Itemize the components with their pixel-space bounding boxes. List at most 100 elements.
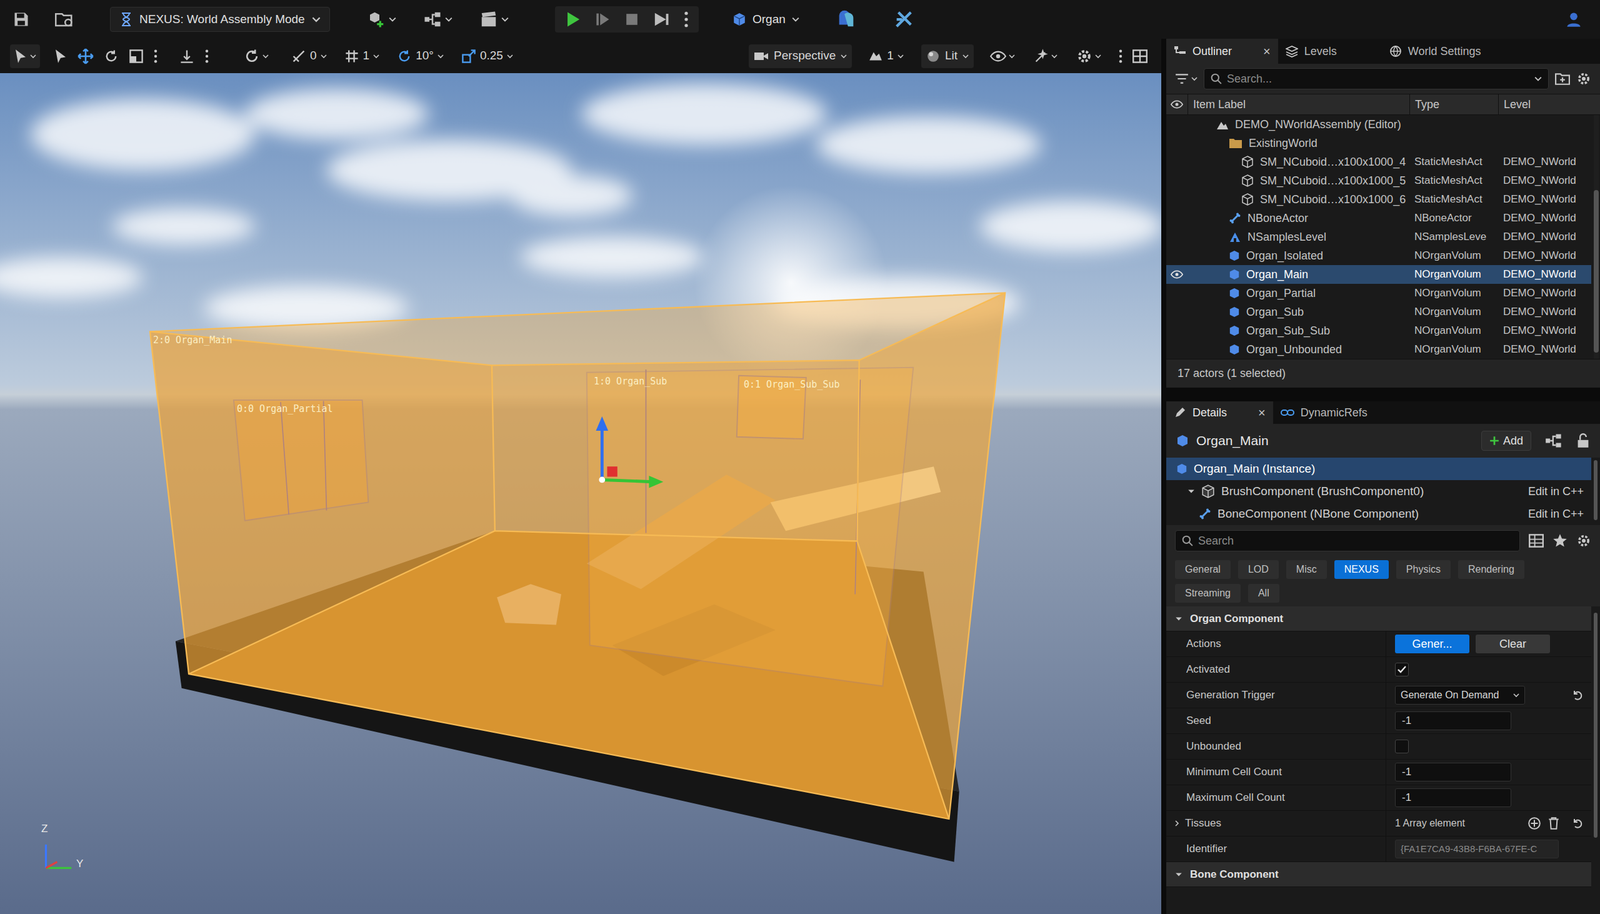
visibility-toggle[interactable] [1170,138,1184,148]
details-scrollbar[interactable] [1591,606,1600,914]
number-field[interactable]: -1 [1395,762,1512,782]
outliner-row[interactable]: Organ_MainNOrganVolumDEMO_NWorld [1166,265,1592,284]
organ-dropdown[interactable]: Organ [732,10,800,29]
visibility-toggle[interactable] [1170,307,1184,317]
move-icon[interactable] [77,48,94,65]
reset-icon[interactable] [1571,688,1584,702]
reset-button[interactable] [1571,816,1584,830]
outliner-row[interactable]: Organ_IsolatedNOrganVolumDEMO_NWorld [1166,246,1592,265]
outliner-row[interactable]: NBoneActorNBoneActorDEMO_NWorld [1166,208,1592,228]
visibility-toggle[interactable] [1170,345,1184,354]
category-chip[interactable]: All [1248,583,1280,603]
tree-scrollbar[interactable] [1591,457,1600,525]
action-button[interactable]: Gener... [1395,634,1470,654]
gear-icon[interactable] [1576,533,1592,549]
panel-tab[interactable]: DynamicRefs [1273,401,1375,424]
visibility-toggle[interactable] [1170,213,1184,223]
number-field[interactable]: -1 [1395,711,1512,730]
category-chip[interactable]: General [1175,560,1231,579]
select-mode-button[interactable] [10,44,40,69]
more-icon[interactable] [683,11,689,28]
details-search-input[interactable] [1198,532,1514,550]
surface-snap-icon[interactable] [178,48,195,64]
user-icon[interactable] [1565,10,1583,29]
property-section[interactable]: Bone Component [1166,861,1592,887]
star-icon[interactable] [1552,533,1568,549]
column-header[interactable]: Item Label [1187,94,1410,115]
close-tab-button[interactable]: × [1258,403,1266,422]
component-row[interactable]: BoneComponent (NBone Component)Edit in C… [1166,502,1592,525]
component-row[interactable]: BrushComponent (BrushComponent0)Edit in … [1166,480,1592,503]
show-button[interactable] [990,50,1015,63]
expand-arrow-icon[interactable] [1173,820,1180,827]
category-chip[interactable]: Streaming [1175,583,1241,603]
action-button[interactable]: Clear [1475,634,1550,654]
checkbox[interactable] [1395,739,1409,754]
outliner-row[interactable]: ExistingWorld [1166,133,1592,153]
visibility-toggle[interactable] [1170,195,1184,204]
more-icon[interactable] [153,49,158,64]
stop-icon[interactable] [625,12,639,27]
panel-tab[interactable]: Details× [1166,401,1274,424]
visibility-toggle[interactable] [1170,288,1184,298]
nexus-tool-icon[interactable] [835,8,857,30]
outliner-row[interactable]: Organ_Sub_SubNOrganVolumDEMO_NWorld [1166,321,1592,340]
filter-button[interactable] [1175,73,1198,85]
scrollbar-thumb[interactable] [1593,612,1598,838]
skip-frame-icon[interactable] [595,10,612,29]
outliner-row[interactable]: SM_NCuboid…x100x1000_5StaticMeshActDEMO_… [1166,171,1592,190]
outliner-row[interactable]: DEMO_NWorldAssembly (Editor) [1166,115,1592,134]
add-component-button[interactable]: Add [1481,430,1532,451]
more-icon[interactable] [205,49,209,64]
visibility-eye-icon[interactable] [1170,270,1184,279]
category-chip[interactable]: Misc [1286,560,1327,579]
outliner-row[interactable]: Organ_SubNOrganVolumDEMO_NWorld [1166,302,1592,322]
outliner-row[interactable]: SM_NCuboid…x100x1000_6StaticMeshActDEMO_… [1166,190,1592,209]
collapse-arrow-icon[interactable] [1187,487,1195,495]
layout-icon[interactable] [1132,49,1148,64]
number-field[interactable]: -1 [1395,788,1512,807]
category-chip[interactable]: Physics [1396,560,1451,579]
blueprint-icon[interactable] [1545,432,1563,449]
play-icon[interactable] [565,10,582,29]
column-header[interactable]: Level [1498,94,1600,115]
visibility-toggle[interactable] [1170,326,1184,335]
save-icon[interactable] [12,10,30,29]
close-tab-button[interactable]: × [1263,41,1271,61]
panel-splitter[interactable] [1166,387,1600,402]
lighting-mode-button[interactable]: Lit [921,44,974,69]
camera-speed-button[interactable]: 1 [868,46,904,65]
outliner-row[interactable]: Organ_UnboundedNOrganVolumDEMO_NWorld [1166,340,1592,359]
snap-button[interactable]: 10° [396,46,444,65]
eject-icon[interactable] [652,10,670,29]
visibility-toggle[interactable] [1170,120,1184,129]
expander[interactable] [1173,820,1180,827]
table-view-icon[interactable] [1528,533,1544,548]
component-row[interactable]: Organ_Main (Instance) [1166,457,1592,480]
visibility-toggle[interactable] [1170,232,1184,242]
scale-icon[interactable] [128,48,144,64]
viewport-scene[interactable]: 2:0 Organ_Main0:0 Organ_Partial1:0 Organ… [0,73,1162,914]
reset-icon[interactable] [1571,816,1584,830]
coordinate-space-button[interactable] [243,48,269,65]
panel-tab[interactable]: Outliner× [1166,38,1279,64]
panel-tab[interactable]: World Settings [1381,38,1489,64]
rotate-icon[interactable] [103,48,119,64]
visibility-column[interactable] [1166,100,1188,109]
visibility-toggle[interactable] [1170,251,1184,260]
outliner-search-input[interactable] [1226,70,1530,88]
category-chip[interactable]: Rendering [1458,560,1525,579]
trash-icon[interactable] [1547,816,1560,830]
mode-dropdown[interactable]: NEXUS: World Assembly Mode [110,6,330,32]
cinematics-button[interactable] [478,10,509,29]
visibility-toggle[interactable] [1170,176,1184,185]
panel-tab[interactable]: Levels [1278,38,1345,64]
edit-in-cpp-link[interactable]: Edit in C++ [1528,505,1584,523]
category-chip[interactable]: LOD [1238,560,1279,579]
view-mode-button[interactable]: Perspective [748,44,852,69]
snap-button[interactable]: 1 [344,46,380,65]
select-icon[interactable] [53,48,68,64]
viewport-settings-button[interactable] [1076,48,1102,65]
performance-button[interactable] [1033,48,1058,64]
outliner-row[interactable]: SM_NCuboid…x100x1000_4StaticMeshActDEMO_… [1166,152,1592,172]
